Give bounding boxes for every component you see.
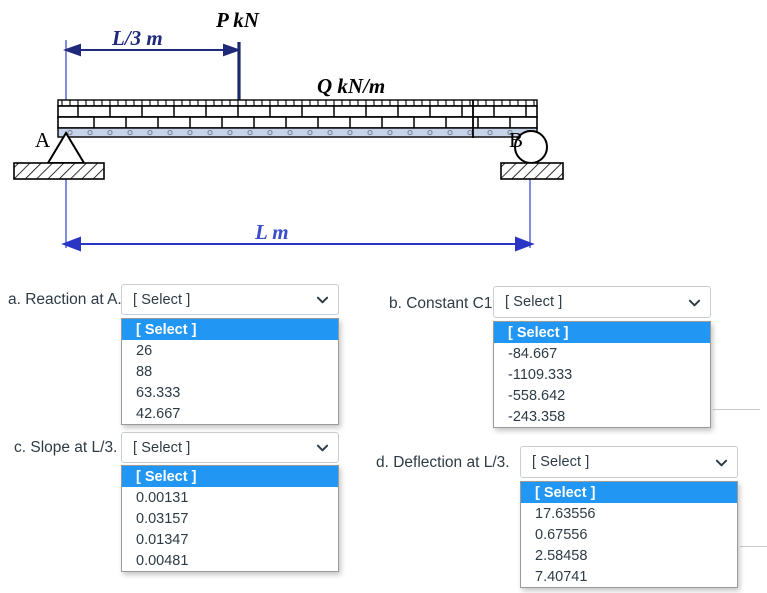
option-item[interactable]: 0.00131 xyxy=(122,487,338,508)
option-item[interactable]: -243.358 xyxy=(494,406,710,427)
option-item[interactable]: 88 xyxy=(122,361,338,382)
option-item[interactable]: -84.667 xyxy=(494,343,710,364)
label-point-load: P kN xyxy=(215,8,260,32)
question-b-select-value: [ Select ] xyxy=(505,294,563,310)
label-dim-l-total: L m xyxy=(254,220,289,244)
option-item[interactable]: 0.01347 xyxy=(122,529,338,550)
question-b-select[interactable]: [ Select ] xyxy=(493,286,711,318)
question-c-option-list[interactable]: [ Select ] 0.00131 0.03157 0.01347 0.004… xyxy=(121,465,339,572)
option-item[interactable]: [ Select ] xyxy=(122,466,338,487)
beam-body xyxy=(57,99,538,138)
support-a xyxy=(13,131,105,180)
extension-lines xyxy=(65,40,531,248)
question-c-select[interactable]: [ Select ] xyxy=(121,432,339,463)
question-a-option-list[interactable]: [ Select ] 26 88 63.333 42.667 xyxy=(121,318,339,425)
occluded-select-edge xyxy=(740,546,767,547)
dimension-l-total xyxy=(61,236,535,252)
option-item[interactable]: [ Select ] xyxy=(494,322,710,343)
question-d-option-list[interactable]: [ Select ] 17.63556 0.67556 2.58458 7.40… xyxy=(520,481,738,588)
option-item[interactable]: 42.667 xyxy=(122,403,338,424)
question-d-select-value: [ Select ] xyxy=(532,454,590,470)
chevron-down-icon xyxy=(688,296,701,309)
occluded-select-edge xyxy=(713,409,760,410)
quiz-page: P kN Q kN/m L/3 m L m A B a. Reaction at… xyxy=(0,0,767,593)
question-a-label: a. Reaction at A. xyxy=(8,291,122,308)
option-item[interactable]: 0.00481 xyxy=(122,550,338,571)
question-a-select-value: [ Select ] xyxy=(133,291,191,308)
question-a-select[interactable]: [ Select ] xyxy=(121,284,339,315)
option-item[interactable]: -558.642 xyxy=(494,385,710,406)
chevron-down-icon xyxy=(715,456,728,469)
chevron-down-icon xyxy=(316,441,329,454)
label-support-a: A xyxy=(35,128,51,152)
question-d-label: d. Deflection at L/3. xyxy=(376,454,510,471)
option-item[interactable]: -1109.333 xyxy=(494,364,710,385)
chevron-down-icon xyxy=(316,293,329,306)
option-item[interactable]: 26 xyxy=(122,340,338,361)
option-item[interactable]: 2.58458 xyxy=(521,545,737,566)
option-item[interactable]: 63.333 xyxy=(122,382,338,403)
label-distributed-load: Q kN/m xyxy=(317,74,385,98)
question-b-option-list[interactable]: [ Select ] -84.667 -1109.333 -558.642 -2… xyxy=(493,321,711,428)
option-item[interactable]: 0.67556 xyxy=(521,524,737,545)
option-item[interactable]: 7.40741 xyxy=(521,566,737,587)
option-item[interactable]: [ Select ] xyxy=(122,319,338,340)
question-d-select[interactable]: [ Select ] xyxy=(520,446,738,478)
option-item[interactable]: [ Select ] xyxy=(521,482,737,503)
label-dim-l-over-3: L/3 m xyxy=(111,26,163,50)
option-item[interactable]: 17.63556 xyxy=(521,503,737,524)
beam-diagram: P kN Q kN/m L/3 m L m A B xyxy=(0,0,600,275)
question-c-select-value: [ Select ] xyxy=(133,439,191,456)
option-item[interactable]: 0.03157 xyxy=(122,508,338,529)
question-c-label: c. Slope at L/3. xyxy=(14,439,118,456)
label-support-b: B xyxy=(509,128,523,152)
question-b-label: b. Constant C1. xyxy=(389,295,497,312)
